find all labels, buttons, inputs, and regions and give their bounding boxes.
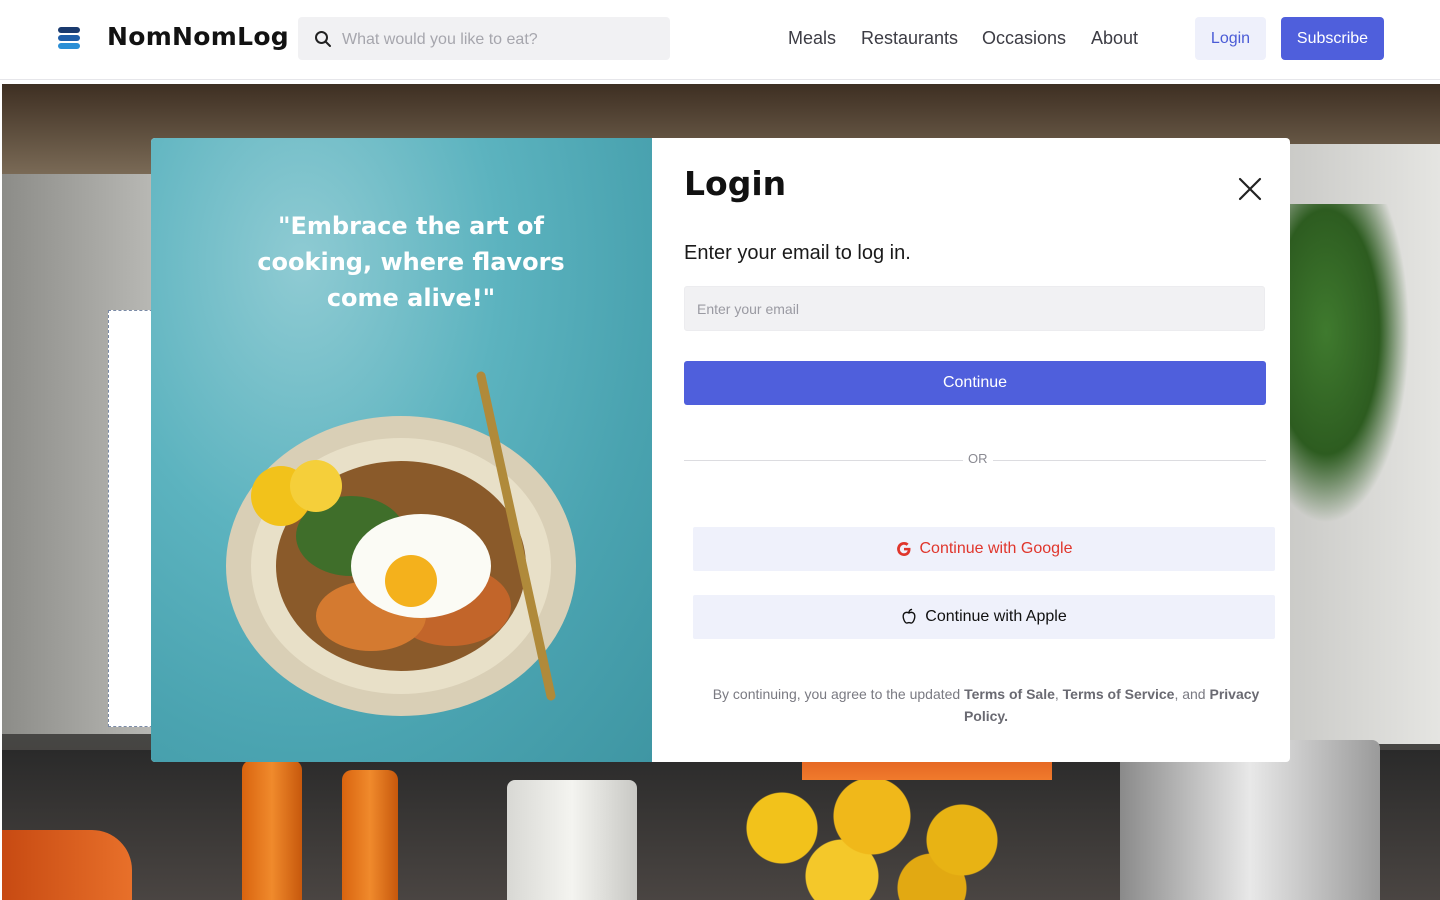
bg-lemons bbox=[722, 780, 1022, 900]
header-login-button[interactable]: Login bbox=[1195, 17, 1266, 60]
bg-pan bbox=[2, 830, 132, 900]
terms-prefix: By continuing, you agree to the updated bbox=[712, 686, 965, 702]
bg-plant bbox=[1270, 204, 1410, 524]
modal-title: Login bbox=[684, 164, 787, 203]
terms-notice: By continuing, you agree to the updated … bbox=[711, 683, 1261, 727]
nav-about[interactable]: About bbox=[1091, 28, 1138, 49]
nav-meals[interactable]: Meals bbox=[788, 28, 836, 49]
or-label: OR bbox=[963, 451, 993, 466]
google-icon bbox=[896, 541, 912, 557]
search-icon bbox=[315, 31, 331, 47]
bg-salt-mill bbox=[342, 770, 398, 900]
terms-sep-2: , and bbox=[1174, 686, 1210, 702]
bg-steel-pot bbox=[1120, 740, 1380, 900]
search-bar[interactable] bbox=[298, 17, 670, 62]
top-header: NomNomLog Meals Restaurants Occasions Ab… bbox=[0, 0, 1440, 80]
terms-of-service-link[interactable]: Terms of Service bbox=[1063, 686, 1175, 702]
nav-restaurants[interactable]: Restaurants bbox=[861, 28, 958, 49]
brand-name[interactable]: NomNomLog bbox=[107, 22, 289, 51]
modal-quote: "Embrace the art of cooking, where flavo… bbox=[257, 212, 565, 312]
google-button-label: Continue with Google bbox=[919, 540, 1073, 557]
search-input[interactable] bbox=[340, 17, 654, 62]
email-field[interactable] bbox=[684, 286, 1265, 331]
stack-logo-icon[interactable] bbox=[58, 27, 80, 53]
continue-button[interactable]: Continue bbox=[684, 361, 1266, 405]
apple-icon bbox=[901, 608, 917, 626]
modal-food-image: "Embrace the art of cooking, where flavo… bbox=[151, 138, 652, 762]
bg-pepper-mill bbox=[242, 760, 302, 900]
terms-of-sale-link[interactable]: Terms of Sale bbox=[964, 686, 1055, 702]
apple-button-label: Continue with Apple bbox=[925, 608, 1067, 625]
continue-with-google-button[interactable]: Continue with Google bbox=[693, 527, 1275, 571]
food-plate-image bbox=[226, 371, 576, 716]
continue-with-apple-button[interactable]: Continue with Apple bbox=[693, 595, 1275, 639]
nav-occasions[interactable]: Occasions bbox=[982, 28, 1066, 49]
terms-sep-1: , bbox=[1054, 686, 1063, 702]
subscribe-button[interactable]: Subscribe bbox=[1281, 17, 1384, 60]
modal-subtitle: Enter your email to log in. bbox=[684, 242, 911, 264]
close-icon[interactable] bbox=[1235, 174, 1265, 204]
bg-utensil-crock bbox=[507, 780, 637, 900]
login-modal: "Embrace the art of cooking, where flavo… bbox=[151, 138, 1290, 762]
